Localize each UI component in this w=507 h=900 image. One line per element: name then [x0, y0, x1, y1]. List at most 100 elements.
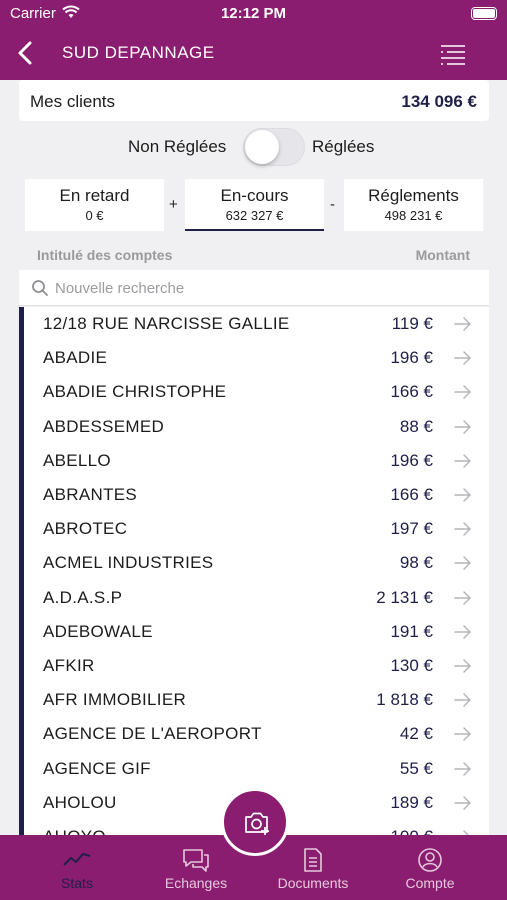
account-row[interactable]: AGENCE GIF 55 € [24, 752, 489, 786]
back-icon[interactable] [12, 37, 40, 69]
account-row[interactable]: A.D.A.S.P 2 131 € [24, 581, 489, 615]
minus-operator: - [330, 196, 335, 213]
account-name: AGENCE DE L'AEROPORT [43, 724, 262, 744]
filter-list-icon[interactable] [437, 42, 467, 68]
search-icon [32, 280, 48, 296]
arrow-right-icon[interactable] [453, 590, 473, 606]
search-bar [19, 270, 489, 306]
account-name: A.D.A.S.P [43, 587, 123, 607]
account-row[interactable]: ABRANTES 166 € [24, 478, 489, 512]
arrow-right-icon[interactable] [453, 350, 473, 366]
account-list: 12/18 RUE NARCISSE GALLIE 119 € ABADIE 196 … [19, 307, 489, 835]
battery-icon [471, 7, 497, 20]
stat-en-retard[interactable]: En retard 0 € [25, 179, 164, 231]
stats-icon [63, 853, 91, 866]
nav-bar: SUD DEPANNAGE [0, 28, 507, 80]
account-amount: 130 € [390, 656, 433, 675]
page-title: SUD DEPANNAGE [62, 43, 215, 62]
arrow-right-icon[interactable] [453, 726, 473, 742]
account-name: AHOYO [43, 827, 106, 835]
account-row[interactable]: AFR IMMOBILIER 1 818 € [24, 683, 489, 717]
tab-label: Echanges [164, 875, 228, 891]
arrow-right-icon[interactable] [453, 453, 473, 469]
account-row[interactable]: AGENCE DE L'AEROPORT 42 € [24, 717, 489, 751]
tab-stats[interactable]: Stats [27, 835, 127, 900]
account-name: ABADIE CHRISTOPHE [43, 382, 227, 402]
account-amount: 166 € [390, 485, 433, 504]
stat-reglements[interactable]: Réglements 498 231 € [344, 179, 483, 231]
stat-en-cours[interactable]: En-cours 632 327 € [185, 179, 324, 231]
account-name: AHOLOU [43, 792, 117, 812]
stat-value: 0 € [85, 208, 104, 223]
account-name: ABELLO [43, 450, 111, 470]
arrow-right-icon[interactable] [453, 624, 473, 640]
account-amount: 42 € [399, 724, 433, 744]
clients-label: Mes clients [30, 92, 116, 111]
account-row[interactable]: 12/18 RUE NARCISSE GALLIE 119 € [24, 307, 489, 341]
arrow-right-icon[interactable] [453, 658, 473, 674]
account-name: AFR IMMOBILIER [43, 690, 187, 710]
account-name: ABADIE [43, 348, 108, 368]
tab-label: Stats [61, 875, 93, 891]
arrow-right-icon[interactable] [453, 384, 473, 400]
stat-title: Réglements [368, 186, 459, 205]
account-row[interactable]: ABROTEC 197 € [24, 512, 489, 546]
arrow-right-icon[interactable] [453, 316, 473, 332]
account-row[interactable]: ABDESSEMED 88 € [24, 410, 489, 444]
clock: 12:12 PM [220, 5, 287, 22]
arrow-right-icon[interactable] [453, 555, 473, 571]
account-amount: 55 € [399, 758, 433, 778]
arrow-right-icon[interactable] [453, 521, 473, 537]
arrow-right-icon[interactable] [453, 487, 473, 503]
arrow-right-icon[interactable] [453, 692, 473, 708]
tab-label: Compte [405, 875, 455, 891]
arrow-right-icon[interactable] [453, 795, 473, 811]
plus-operator: + [169, 196, 178, 213]
account-name: ADEBOWALE [43, 621, 153, 641]
account-amount: 189 € [390, 792, 433, 812]
tab-label: Documents [277, 875, 349, 891]
stat-title: En-cours [220, 186, 289, 205]
unpaid-label: Non Réglées [128, 137, 227, 156]
account-name: AGENCE GIF [43, 758, 151, 778]
camera-button[interactable] [221, 788, 289, 856]
account-amount: 98 € [399, 553, 433, 573]
arrow-right-icon[interactable] [453, 419, 473, 435]
account-amount: 197 € [390, 519, 433, 539]
account-row[interactable]: ABADIE 196 € [24, 341, 489, 375]
stat-value: 498 231 € [384, 208, 443, 223]
tab-compte[interactable]: Compte [380, 835, 480, 900]
account-amount: 191 € [390, 621, 433, 641]
payment-status-toggle-row: Non Réglées Réglées [0, 126, 507, 170]
camera-add-icon [245, 812, 269, 835]
status-bar: Carrier 12:12 PM [0, 0, 507, 28]
account-amount: 100 € [390, 827, 433, 835]
account-name: ACMEL INDUSTRIES [43, 553, 214, 573]
account-row[interactable]: AFKIR 130 € [24, 649, 489, 683]
account-amount: 119 € [391, 314, 433, 333]
column-header-amount: Montant [415, 247, 470, 263]
clients-summary: Mes clients 134 096 € [19, 80, 489, 121]
stat-title: En retard [59, 186, 130, 205]
account-amount: 88 € [399, 416, 433, 436]
account-row[interactable]: ABADIE CHRISTOPHE 166 € [24, 375, 489, 409]
paid-label: Réglées [312, 137, 375, 156]
account-amount: 196 € [390, 450, 433, 470]
search-input[interactable] [55, 276, 475, 300]
toggle-knob [245, 130, 279, 164]
column-header-account: Intitulé des comptes [37, 247, 173, 263]
account-row[interactable]: ACMEL INDUSTRIES 98 € [24, 546, 489, 580]
account-name: ABROTEC [43, 519, 128, 539]
arrow-right-icon[interactable] [453, 761, 473, 777]
account-row[interactable]: ABELLO 196 € [24, 444, 489, 478]
paid-toggle[interactable] [243, 128, 305, 166]
user-icon [418, 848, 442, 872]
account-name: 12/18 RUE NARCISSE GALLIE [43, 314, 290, 333]
clients-total: 134 096 € [401, 92, 477, 111]
account-name: ABDESSEMED [43, 416, 165, 436]
account-amount: 1 818 € [376, 690, 433, 710]
account-row[interactable]: ADEBOWALE 191 € [24, 615, 489, 649]
stat-value: 632 327 € [225, 208, 284, 223]
document-icon [304, 848, 322, 872]
account-name: ABRANTES [43, 485, 138, 504]
